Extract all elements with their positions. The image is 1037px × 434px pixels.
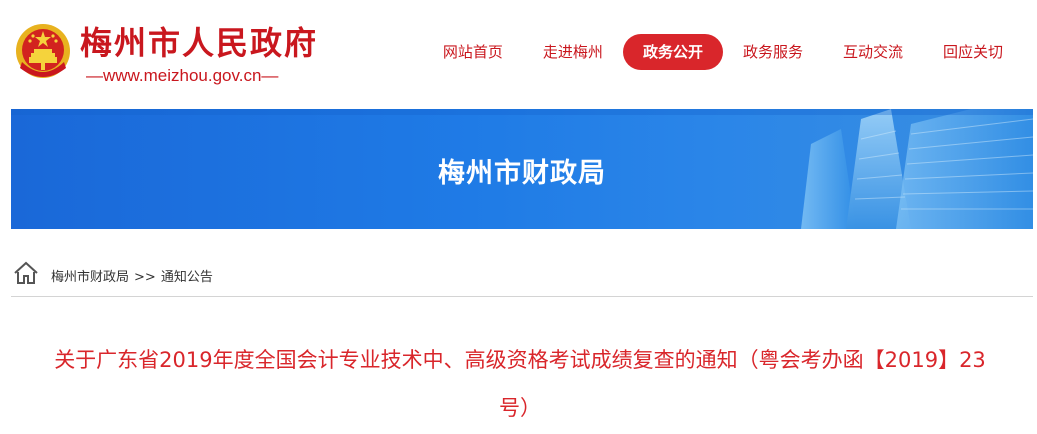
site-url[interactable]: —www.meizhou.gov.cn— bbox=[86, 66, 278, 86]
department-banner: 梅州市财政局 bbox=[11, 109, 1033, 229]
nav-item-responses[interactable]: 回应关切 bbox=[923, 34, 1023, 70]
article-title: 关于广东省2019年度全国会计专业技术中、高级资格考试成绩复查的通知（粤会考办函… bbox=[54, 348, 986, 420]
main-nav: 网站首页 走进梅州 政务公开 政务服务 互动交流 回应关切 bbox=[423, 34, 1023, 70]
nav-item-home[interactable]: 网站首页 bbox=[423, 34, 523, 70]
banner-title: 梅州市财政局 bbox=[438, 158, 606, 189]
national-emblem-icon bbox=[16, 24, 70, 78]
site-title[interactable]: 梅州市人民政府 bbox=[80, 18, 318, 64]
nav-item-government-services[interactable]: 政务服务 bbox=[723, 34, 823, 70]
nav-item-interaction[interactable]: 互动交流 bbox=[823, 34, 923, 70]
breadcrumb-separator: >> bbox=[134, 270, 156, 285]
home-icon[interactable] bbox=[13, 261, 39, 285]
nav-item-government-affairs[interactable]: 政务公开 bbox=[622, 34, 723, 70]
breadcrumb-item-notices[interactable]: 通知公告 bbox=[161, 270, 213, 285]
site-header: 梅州市人民政府 —www.meizhou.gov.cn— 网站首页 走进梅州 政… bbox=[0, 0, 1037, 108]
nav-item-about-meizhou[interactable]: 走进梅州 bbox=[523, 34, 623, 70]
breadcrumb: 梅州市财政局 >> 通知公告 bbox=[11, 256, 1033, 297]
breadcrumb-item-finance-bureau[interactable]: 梅州市财政局 bbox=[51, 270, 129, 285]
breadcrumb-trail: 梅州市财政局 >> 通知公告 bbox=[51, 266, 213, 285]
